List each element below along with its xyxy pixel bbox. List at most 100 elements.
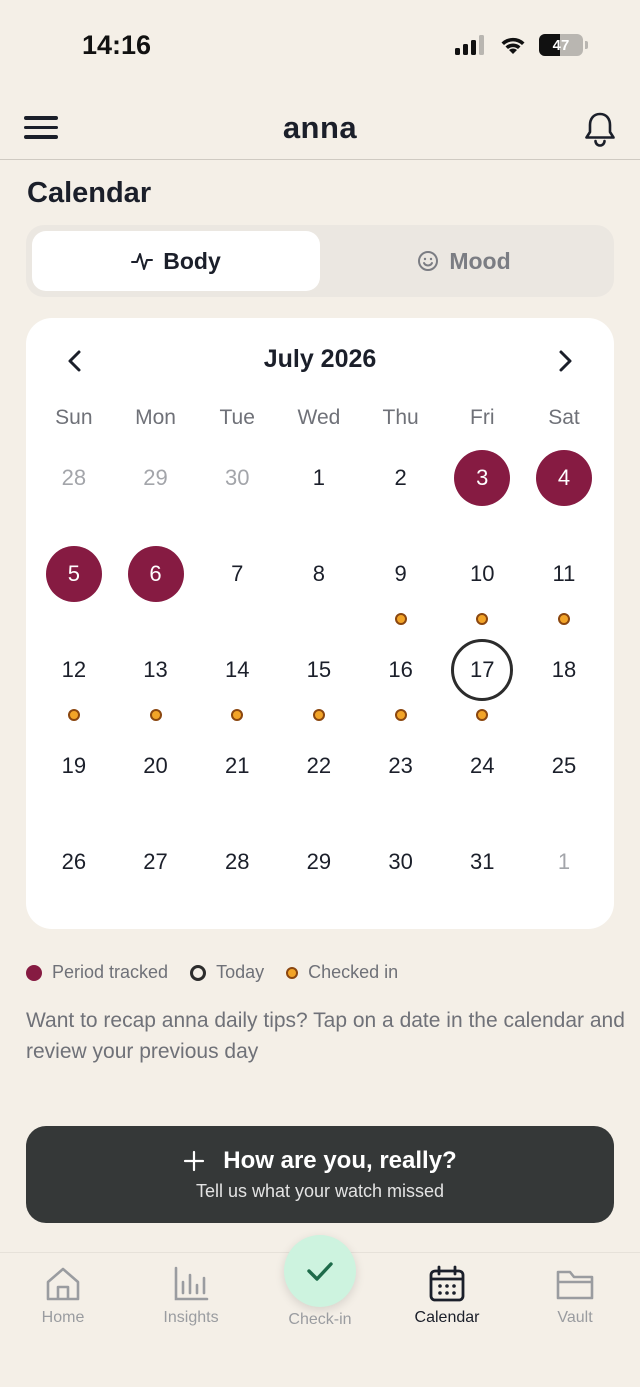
status-icons: 47 [455,34,588,56]
legend-checked-label: Checked in [308,962,399,982]
checkin-dot-icon [312,709,325,721]
legend-today: Today [190,962,264,983]
calendar-day[interactable]: 8 [278,546,360,642]
status-time: 14:16 [82,30,152,60]
nav-insights-label: Insights [163,1309,219,1326]
day-number: 29 [306,849,332,874]
weekday-label: Tue [219,406,255,429]
nav-checkin-label: Check-in [288,1311,352,1328]
tab-body-label: Body [163,247,221,274]
calendar-day[interactable]: 12 [33,642,115,738]
legend-today-label: Today [216,962,265,982]
calendar-day[interactable]: 29 [115,450,197,546]
day-number: 28 [61,465,87,490]
calendar-day[interactable]: 7 [196,546,278,642]
weekday-label: Sat [548,406,580,429]
calendar-day-today[interactable]: 17 [441,639,523,738]
day-number: 29 [143,465,168,490]
calendar-day[interactable]: 14 [196,642,278,738]
tab-mood[interactable]: Mood [320,231,608,291]
calendar-day[interactable]: 5 [33,546,115,642]
calendar-day[interactable]: 3 [441,450,523,546]
nav-home-label: Home [41,1309,85,1326]
checkin-dot-icon [557,613,570,625]
calendar-day[interactable]: 11 [523,546,605,642]
day-number: 6 [127,546,184,602]
calendar-legend: Period tracked Today Checked in [26,962,420,983]
checkin-dot-icon [476,613,489,625]
calendar-day[interactable]: 29 [278,834,360,930]
day-number: 7 [231,561,244,586]
signal-icon [455,35,484,55]
next-month-button[interactable] [550,346,580,376]
month-title: July 2026 [263,345,377,373]
wifi-icon [501,37,525,54]
calendar-day[interactable]: 9 [360,546,442,642]
cta-title-row: How are you, really? [183,1147,457,1175]
notifications-button[interactable] [582,110,618,148]
hint-text: Want to recap anna daily tips? Tap on a … [26,1009,625,1063]
day-number: 23 [388,753,413,778]
calendar-day[interactable]: 24 [441,738,523,834]
calendar-day[interactable]: 1 [523,834,605,930]
day-number: 3 [454,450,511,506]
checkin-dot-icon [149,709,162,721]
calendar-day[interactable]: 4 [523,450,605,546]
weekday-label: Wed [297,406,341,429]
day-number: 15 [306,657,332,682]
day-number: 18 [551,657,577,682]
day-number: 21 [224,753,250,778]
calendar-day[interactable]: 16 [360,642,442,738]
calendar-day[interactable]: 22 [278,738,360,834]
day-number: 10 [470,561,495,586]
nav-vault[interactable]: Vault [525,1265,625,1327]
nav-home[interactable]: Home [13,1265,113,1327]
app-logo: anna [282,110,358,145]
bar-chart-icon [174,1266,209,1301]
calendar-day[interactable]: 28 [196,834,278,930]
calendar-day[interactable]: 15 [278,642,360,738]
how-are-you-button[interactable]: How are you, really? Tell us what your w… [26,1126,614,1223]
day-number: 22 [306,753,332,778]
legend-checked: Checked in [286,962,398,983]
calendar-day[interactable]: 21 [196,738,278,834]
calendar-day[interactable]: 10 [441,546,523,642]
calendar-day[interactable]: 6 [115,546,197,642]
calendar-day[interactable]: 26 [33,834,115,930]
calendar-day[interactable]: 28 [33,450,115,546]
check-in-button[interactable] [284,1235,356,1307]
day-number: 17 [451,639,514,701]
calendar-day[interactable]: 25 [523,738,605,834]
weekday-label: Sun [55,406,93,429]
calendar-day[interactable]: 20 [115,738,197,834]
calendar-day[interactable]: 13 [115,642,197,738]
calendar-day[interactable]: 30 [360,834,442,930]
day-number: 9 [394,561,407,586]
calendar-day[interactable]: 30 [196,450,278,546]
day-number: 19 [61,753,87,778]
checkin-dot-icon [394,709,407,721]
today-ring-icon [190,964,207,981]
calendar-day[interactable]: 31 [441,834,523,930]
tab-body[interactable]: Body [32,231,320,291]
calendar-day[interactable]: 1 [278,450,360,546]
day-number: 4 [535,450,592,506]
calendar-day[interactable]: 23 [360,738,442,834]
day-number: 20 [143,753,168,778]
calendar-day[interactable]: 27 [115,834,197,930]
folder-icon [556,1270,594,1300]
checkmark-icon [307,1262,333,1281]
weekday-header: Sun Mon Tue Wed Thu Fri Sat [33,406,605,430]
nav-calendar[interactable]: Calendar [397,1265,497,1327]
page-title: Calendar [27,177,152,209]
app-header: anna [0,96,640,160]
day-number: 28 [224,849,250,874]
calendar-day[interactable]: 2 [360,450,442,546]
calendar-card: July 2026 Sun Mon Tue Wed Thu Fri Sat 28 29 30 1 2… [26,318,614,929]
day-number: 27 [143,849,168,874]
nav-insights[interactable]: Insights [141,1265,241,1327]
day-number: 13 [143,657,168,682]
battery-tip [585,41,588,49]
calendar-day[interactable]: 19 [33,738,115,834]
calendar-day[interactable]: 18 [523,642,605,738]
